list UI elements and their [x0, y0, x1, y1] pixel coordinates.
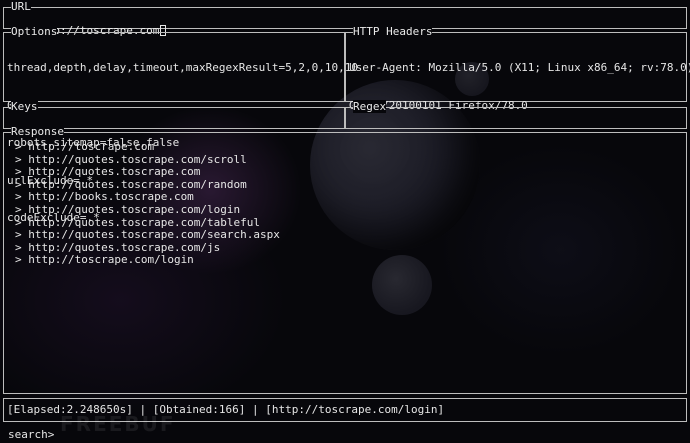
response-item[interactable]: > http://toscrape.com/login: [15, 254, 280, 267]
response-item[interactable]: > http://quotes.toscrape.com: [15, 166, 280, 179]
search-prompt: search>: [8, 428, 55, 441]
response-panel-title: Response: [11, 125, 64, 138]
keys-panel-title: Keys: [11, 100, 38, 113]
header-line: User-Agent: Mozilla/5.0 (X11; Linux x86_…: [349, 61, 690, 74]
response-item[interactable]: > http://toscrape.com: [15, 140, 280, 154]
regex-panel-title: Regex: [353, 100, 387, 113]
response-item[interactable]: > http://quotes.toscrape.com/search.aspx: [15, 229, 280, 242]
http-headers-panel[interactable]: HTTP Headers User-Agent: Mozilla/5.0 (X1…: [345, 25, 690, 111]
options-panel[interactable]: Options thread,depth,delay,timeout,maxRe…: [3, 25, 358, 224]
regex-panel[interactable]: Regex: [345, 100, 687, 129]
response-list[interactable]: > http://toscrape.com > http://quotes.to…: [15, 140, 280, 267]
options-line: thread,depth,delay,timeout,maxRegexResul…: [7, 61, 358, 74]
response-item[interactable]: > http://quotes.toscrape.com/login: [15, 203, 280, 217]
watermark-logo: FREEBUF: [60, 412, 176, 436]
search-input[interactable]: search>: [8, 428, 55, 442]
response-panel[interactable]: Response > http://toscrape.com > http://…: [3, 125, 687, 394]
url-panel: URL http://toscrape.com: [3, 0, 687, 36]
